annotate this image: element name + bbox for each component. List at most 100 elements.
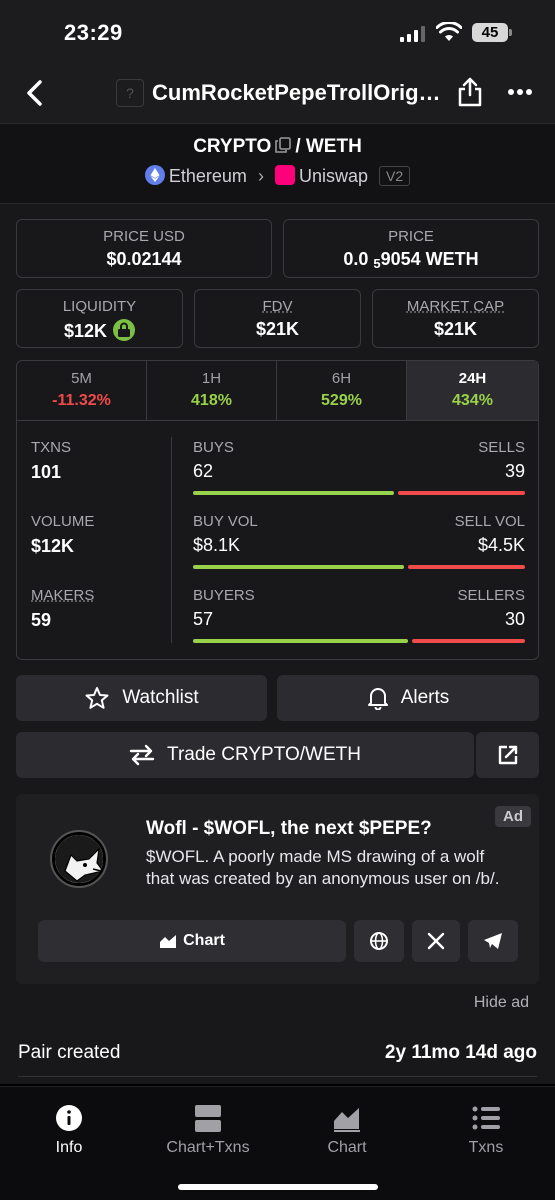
list-icon xyxy=(472,1106,500,1130)
buys-value: 62 xyxy=(193,461,214,481)
more-options-icon[interactable] xyxy=(506,80,534,104)
ad-x-button[interactable] xyxy=(412,920,460,962)
buy-vol-bar xyxy=(193,565,404,569)
volume-label: VOLUME xyxy=(31,513,95,530)
copy-icon[interactable] xyxy=(275,137,292,153)
market-cap-label[interactable]: MARKET CAP xyxy=(373,298,538,315)
price-native-label: PRICE xyxy=(388,228,434,245)
sell-vol-value: $4.5K xyxy=(477,535,525,555)
tab-label: 6H xyxy=(331,370,352,387)
price-usd-value: $0.02144 xyxy=(106,249,182,269)
wolf-icon xyxy=(55,835,103,883)
share-icon[interactable] xyxy=(456,76,484,108)
pair-created-value: 2y 11mo 14d ago xyxy=(384,1042,537,1063)
external-link-button[interactable] xyxy=(476,732,539,778)
info-icon xyxy=(56,1105,82,1131)
price-suffix: 9054 WETH xyxy=(380,249,479,269)
external-link-icon xyxy=(498,745,517,765)
stats-panel: 5M -11.32% 1H 418% 6H 529% 24H 434% TXNS… xyxy=(16,360,539,660)
tab-txns[interactable]: Txns xyxy=(426,1103,546,1157)
tab-change: 529% xyxy=(321,392,362,409)
price-usd-label: PRICE USD xyxy=(103,228,185,245)
txns-label: TXNS xyxy=(31,439,72,456)
buyers-sellers-bar xyxy=(193,639,525,643)
liquidity-value: $12K xyxy=(63,321,108,341)
ad-chart-label: Chart xyxy=(183,932,225,949)
tab-5m[interactable]: 5M -11.32% xyxy=(17,361,147,420)
back-icon[interactable] xyxy=(22,78,48,108)
lock-icon[interactable] xyxy=(113,319,136,341)
sells-value: 39 xyxy=(504,461,525,481)
buyers-bar xyxy=(193,639,408,643)
status-bar: 23:29 45 xyxy=(0,0,555,64)
ad-card: Ad Wofl - $WOFL, the next $PEPE? $WOFL. … xyxy=(16,794,539,984)
alerts-button[interactable]: Alerts xyxy=(277,675,539,721)
ad-chart-button[interactable]: Chart xyxy=(38,920,346,962)
swap-arrows-icon xyxy=(129,744,155,766)
tab-change: -11.32% xyxy=(52,392,111,409)
split-view-icon xyxy=(195,1105,221,1132)
ad-website-button[interactable] xyxy=(354,920,404,962)
tab-1h[interactable]: 1H 418% xyxy=(147,361,277,420)
buyers-value: 57 xyxy=(193,609,214,629)
tab-label: 1H xyxy=(201,370,222,387)
hide-ad-link[interactable]: Hide ad xyxy=(474,994,529,1012)
ad-description: $WOFL. A poorly made MS drawing of a wol… xyxy=(146,847,500,888)
globe-icon xyxy=(370,932,388,950)
timeframe-tabs: 5M -11.32% 1H 418% 6H 529% 24H 434% xyxy=(17,361,538,421)
pair-header: CRYPTO / WETH Ethereum › Uniswap V2 xyxy=(0,124,555,204)
home-indicator[interactable] xyxy=(178,1184,378,1190)
sells-bar xyxy=(398,491,525,495)
liquidity-label: LIQUIDITY xyxy=(62,298,137,315)
liquidity-value-row: $12K xyxy=(17,319,182,342)
tab-change: 434% xyxy=(452,392,493,409)
base-token-symbol: CRYPTO xyxy=(193,136,272,157)
chevron-right-icon: › xyxy=(257,166,264,186)
tab-chart[interactable]: Chart xyxy=(287,1103,407,1157)
tab-chart-txns-label: Chart+Txns xyxy=(166,1139,250,1156)
row-separator xyxy=(18,1076,537,1077)
token-logo-placeholder: ? xyxy=(116,79,144,107)
area-chart-icon xyxy=(334,1108,360,1132)
watchlist-button[interactable]: Watchlist xyxy=(16,675,267,721)
volume-split-bar xyxy=(193,565,525,569)
battery-indicator: 45 xyxy=(472,23,512,42)
sellers-label: SELLERS xyxy=(457,587,525,604)
trade-button[interactable]: Trade CRYPTO/WETH xyxy=(16,732,474,778)
tab-info[interactable]: Info xyxy=(9,1103,129,1157)
dex-version-badge: V2 xyxy=(379,166,411,186)
makers-value: 59 xyxy=(31,610,52,630)
tab-chart-label: Chart xyxy=(327,1139,367,1156)
quote-token-symbol: WETH xyxy=(305,136,362,157)
tab-24h[interactable]: 24H 434% xyxy=(407,361,538,420)
tab-label: 24H xyxy=(458,370,487,387)
pair-name: CRYPTO / WETH xyxy=(0,136,555,158)
tab-6h[interactable]: 6H 529% xyxy=(277,361,407,420)
buys-bar xyxy=(193,491,395,495)
chain-name[interactable]: Ethereum xyxy=(169,166,247,186)
tab-txns-label: Txns xyxy=(468,1139,504,1156)
ad-telegram-button[interactable] xyxy=(468,920,518,962)
tab-chart-txns[interactable]: Chart+Txns xyxy=(148,1103,268,1157)
chain-dex-line: Ethereum › Uniswap V2 xyxy=(0,165,555,187)
price-native-card: PRICE 0.0 59054 WETH xyxy=(283,219,539,278)
tab-info-label: Info xyxy=(55,1139,83,1156)
dex-name[interactable]: Uniswap xyxy=(299,166,368,186)
buys-sells-row: BUYS SELLS 62 39 xyxy=(193,439,525,495)
fdv-label[interactable]: FDV xyxy=(195,298,360,315)
price-prefix: 0.0 xyxy=(343,249,369,269)
makers-label[interactable]: MAKERS xyxy=(31,587,94,604)
telegram-icon xyxy=(484,933,502,949)
ad-title[interactable]: Wofl - $WOFL, the next $PEPE? xyxy=(146,818,432,840)
stats-divider xyxy=(171,437,172,643)
price-zero-count: 5 xyxy=(373,256,381,271)
price-native-value: 0.0 59054 WETH xyxy=(284,249,538,271)
wifi-icon xyxy=(436,22,462,41)
top-nav: ? CumRocketPepeTrollOrigi… xyxy=(0,64,555,124)
sellers-bar xyxy=(411,639,525,643)
bell-icon xyxy=(367,688,388,710)
sell-vol-label: SELL VOL xyxy=(454,513,525,530)
ad-logo[interactable] xyxy=(50,830,108,888)
ethereum-icon xyxy=(144,165,165,185)
fdv-value: $21K xyxy=(255,319,300,339)
